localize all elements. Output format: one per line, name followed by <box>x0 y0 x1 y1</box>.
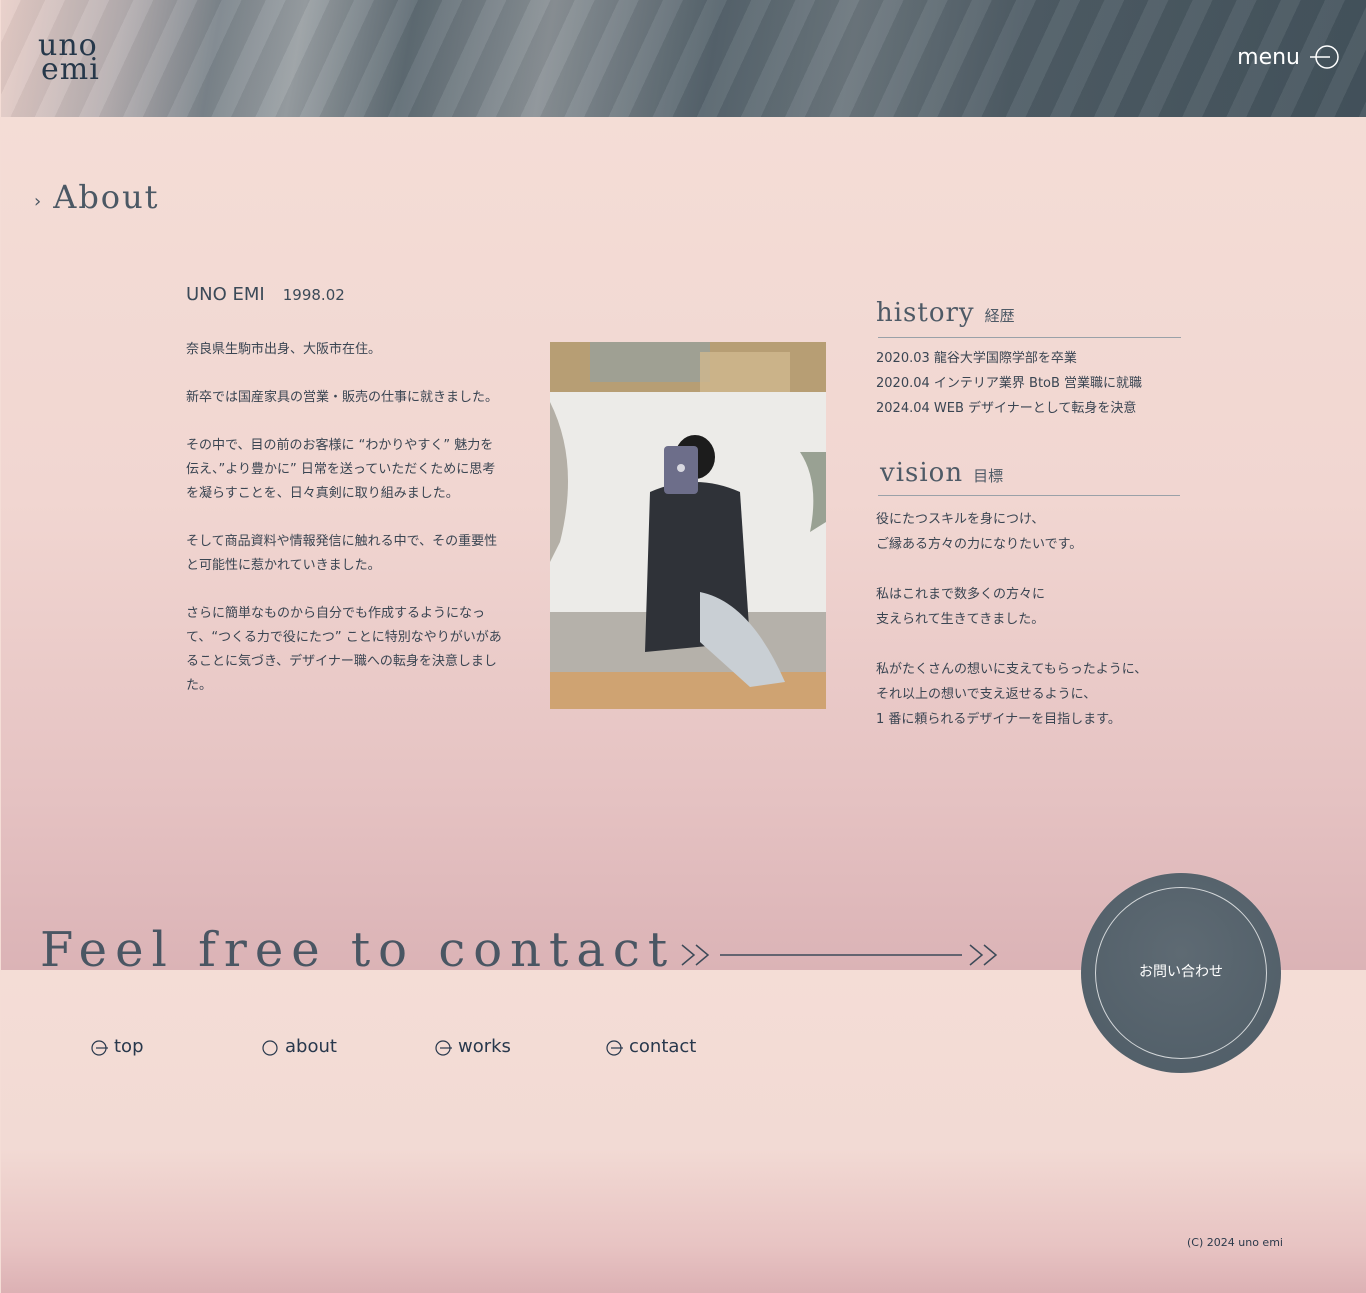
footer-nav: top about works contact <box>0 1036 800 1060</box>
history-item: 2024.04 WEB デザイナーとして転身を決意 <box>876 401 1137 416</box>
history-item: 2020.04 インテリア業界 BtoB 営業職に就職 <box>876 376 1143 391</box>
vision-text: 役にたつスキルを身につけ、 ご縁ある方々の力になりたいです。 私はこれまで数多く… <box>876 507 1147 757</box>
section-title: › About <box>34 178 160 216</box>
profile-photo <box>550 342 826 709</box>
vision-line: ご縁ある方々の力になりたいです。 <box>876 537 1083 552</box>
menu-label: menu <box>1237 44 1300 70</box>
history-title-en: history <box>876 298 975 328</box>
vision-line: 私がたくさんの想いに支えてもらったように、 <box>876 662 1148 677</box>
footer-nav-label: about <box>285 1036 337 1057</box>
history-list: 2020.03 龍谷大学国際学部を卒業 2020.04 インテリア業界 BtoB… <box>876 346 1142 421</box>
vision-title-en: vision <box>880 458 964 488</box>
footer-nav-works[interactable]: works <box>434 1036 511 1057</box>
circle-arrow-icon <box>606 1039 623 1056</box>
vision-line: 役にたつスキルを身につけ、 <box>876 512 1045 527</box>
double-chevron-arrow-icon <box>681 944 998 966</box>
contact-heading: Feel free to contact <box>40 922 676 978</box>
footer-nav-label: works <box>458 1036 511 1057</box>
bio-paragraph: さらに簡単なものから自分でも作成するようになって、“つくる力で役にたつ” ことに… <box>186 606 502 693</box>
vision-paragraph: 私はこれまで数多くの方々に 支えられて生きてきました。 <box>876 582 1147 632</box>
bio-paragraph: 奈良県生駒市出身、大阪市在住。 <box>186 342 382 357</box>
footer-nav-about[interactable]: about <box>261 1036 337 1057</box>
site-logo[interactable]: uno emi <box>38 31 100 87</box>
vision-divider <box>878 495 1180 496</box>
footer-nav-label: contact <box>629 1036 697 1057</box>
history-divider <box>878 337 1181 338</box>
contact-button-label: お問い合わせ <box>1139 964 1223 980</box>
vision-title: vision 目標 <box>880 458 1003 488</box>
site-header <box>1 0 1366 117</box>
history-title: history 経歴 <box>876 298 1015 328</box>
copyright: (C) 2024 uno emi <box>1187 1236 1283 1249</box>
name-text: UNO EMI <box>186 284 265 305</box>
vision-paragraph: 私がたくさんの想いに支えてもらったように、 それ以上の想いで支え返せるように、 … <box>876 657 1147 732</box>
bio-paragraph: そして商品資料や情報発信に触れる中で、その重要性と可能性に惹かれていきました。 <box>186 534 498 573</box>
history-item: 2020.03 龍谷大学国際学部を卒業 <box>876 351 1077 366</box>
vision-paragraph: 役にたつスキルを身につけ、 ご縁ある方々の力になりたいです。 <box>876 507 1147 557</box>
bio-paragraph: その中で、目の前のお客様に “わかりやすく” 魅力を伝え、”より豊かに” 日常を… <box>186 438 496 501</box>
profile-name: UNO EMI 1998.02 <box>186 284 345 305</box>
contact-button[interactable]: お問い合わせ <box>1081 873 1281 1073</box>
circle-icon <box>262 1039 278 1056</box>
logo-line-emi: emi <box>41 52 100 87</box>
section-title-text: About <box>53 178 160 216</box>
vision-line: 私はこれまで数多くの方々に <box>876 587 1046 602</box>
vision-line: それ以上の想いで支え返せるように、 <box>876 687 1097 702</box>
footer-nav-label: top <box>114 1036 144 1057</box>
circle-arrow-icon <box>91 1039 108 1056</box>
birth-date: 1998.02 <box>282 286 345 304</box>
chevron-right-icon: › <box>34 190 44 212</box>
vision-line: 1 番に頼られるデザイナーを目指します。 <box>876 712 1121 727</box>
footer-nav-contact[interactable]: contact <box>605 1036 696 1057</box>
bio-paragraph: 新卒では国産家具の営業・販売の仕事に就きました。 <box>186 390 499 405</box>
bio-text: 奈良県生駒市出身、大阪市在住。 新卒では国産家具の営業・販売の仕事に就きました。… <box>186 338 506 722</box>
circle-arrow-icon <box>1310 45 1339 69</box>
history-title-ja: 経歴 <box>984 307 1015 325</box>
circle-arrow-icon <box>435 1039 452 1056</box>
menu-button[interactable]: menu <box>1237 44 1340 70</box>
profile-photo-illustration <box>550 342 826 709</box>
vision-line: 支えられて生きてきました。 <box>876 612 1045 627</box>
vision-title-ja: 目標 <box>973 467 1004 485</box>
footer-nav-top[interactable]: top <box>90 1036 144 1057</box>
